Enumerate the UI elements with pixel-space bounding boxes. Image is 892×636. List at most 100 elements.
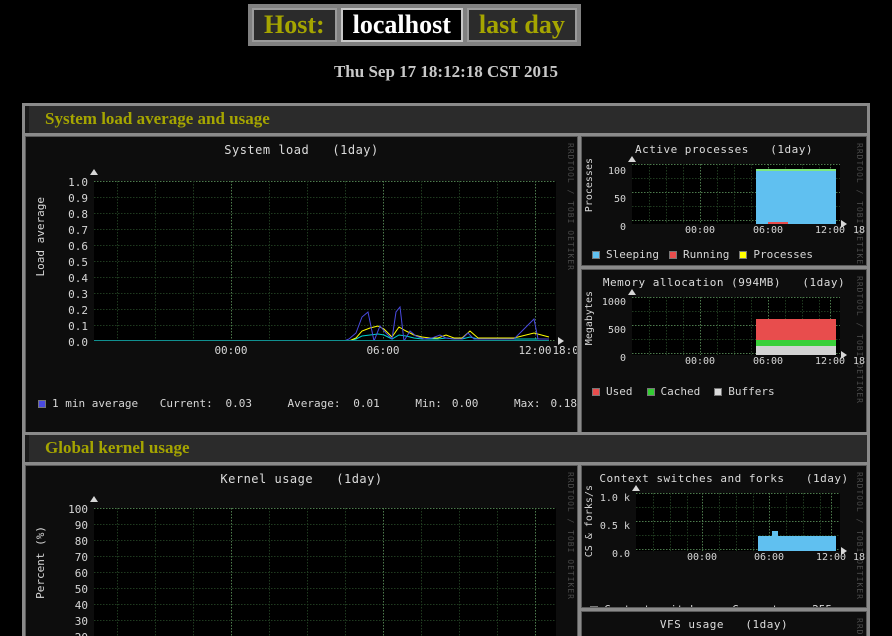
y-tick: 0.2 <box>68 304 88 317</box>
legend-label: Processes <box>753 248 813 261</box>
legend-item: Context switches Current: 255 <box>590 603 866 607</box>
panel-kernel-usage[interactable]: Kernel usage (1day) RRDTOOL / TOBI OETIK… <box>25 465 578 636</box>
y-tick: 100 <box>68 503 88 516</box>
y-tick: 0.6 <box>68 240 88 253</box>
x-tick: 18:00 <box>852 225 866 236</box>
rrdtool-watermark: RRDTOOL / TOBI OETIKER <box>855 618 864 636</box>
y-tick: 0.5 <box>68 256 88 269</box>
panel-memory-allocation[interactable]: Memory allocation (994MB) (1day) RRDTOOL… <box>581 269 867 443</box>
legend-label: Used <box>606 385 633 398</box>
x-tick: 00:00 <box>684 225 716 236</box>
y-tick: 30 <box>74 615 88 628</box>
y-tick: 50 <box>613 194 626 205</box>
x-tick: 06:00 <box>753 552 785 563</box>
legend-current-label: Current: <box>159 397 213 410</box>
y-tick: 0.0 <box>68 336 88 349</box>
y-axis-arrow <box>628 156 636 162</box>
plot-area-active-processes <box>632 164 840 224</box>
series-context-switches <box>758 536 836 551</box>
x-tick: 00:00 <box>686 552 718 563</box>
y-tick: 0.0 <box>611 549 630 560</box>
y-tick: 0.4 <box>68 272 88 285</box>
chart-title-context-switches: Context switches and forks (1day) <box>599 472 849 485</box>
legend-swatch-icon <box>739 250 748 259</box>
legend-swatch-icon <box>590 605 598 607</box>
legend-swatch-icon <box>668 250 677 259</box>
host-label-button[interactable]: Host: <box>252 8 337 42</box>
y-tick: 90 <box>74 519 88 532</box>
panel-context-switches[interactable]: Context switches and forks (1day) RRDTOO… <box>581 465 867 608</box>
section-title-global-kernel: Global kernel usage <box>25 435 867 462</box>
series-processes <box>756 169 836 171</box>
legend-min-label: Min: <box>415 397 442 410</box>
plot-area-context-switches <box>636 493 840 551</box>
y-tick: 500 <box>607 325 626 336</box>
legend-average-value: 0.01 <box>353 397 380 410</box>
y-axis-arrow <box>90 496 98 502</box>
y-tick: 1000 <box>601 297 626 308</box>
host-toolbar: Host: localhost last day <box>248 4 581 46</box>
legend-item: Processes <box>739 248 813 261</box>
host-value-button[interactable]: localhost <box>340 8 463 42</box>
legend-max-label: Max: <box>513 397 541 410</box>
y-tick: 0 <box>619 222 626 233</box>
legend-swatch-icon <box>592 250 600 259</box>
chart-title-active-processes: Active processes (1day) <box>634 143 814 156</box>
legend-min-value: 0.00 <box>451 397 479 410</box>
legend-average-label: Average: <box>287 397 341 410</box>
series-used <box>756 319 836 340</box>
legend-label: Cached <box>660 385 701 398</box>
series-running <box>768 222 788 224</box>
legend-item: Running <box>668 248 730 261</box>
y-tick: 0.3 <box>68 288 88 301</box>
x-tick: 18:00 <box>852 552 866 563</box>
legend-active-processes: Sleeping Running Processes <box>582 248 866 261</box>
legend-label: Running <box>682 248 730 261</box>
time-range-button[interactable]: last day <box>466 8 577 42</box>
chart-title-vfs-usage: VFS usage (1day) <box>659 618 789 631</box>
x-tick: 12:00 <box>518 344 552 357</box>
dashboard-page: Host: localhost last day Thu Sep 17 18:1… <box>0 0 892 636</box>
x-tick: 18:00 <box>552 344 577 357</box>
series-cached <box>756 340 836 346</box>
y-tick: 1.0 <box>68 176 88 189</box>
y-tick: 70 <box>74 551 88 564</box>
legend-swatch-icon <box>714 387 723 396</box>
x-tick: 12:00 <box>815 552 847 563</box>
y-tick: 1.0 k <box>599 493 630 504</box>
x-tick: 06:00 <box>752 225 784 236</box>
legend-item: Cached <box>646 385 701 398</box>
x-tick: 00:00 <box>214 344 248 357</box>
y-axis-arrow <box>632 485 640 491</box>
y-axis-arrow <box>628 289 636 295</box>
y-tick: 0.5 k <box>599 521 630 532</box>
legend-swatch-icon <box>592 387 600 396</box>
legend-context-switches: Context switches Current: 255 Forks Curr… <box>582 577 866 607</box>
x-tick: 18:00 <box>852 356 866 367</box>
series-sleeping <box>756 171 836 224</box>
legend-current-value: 255 <box>802 603 832 607</box>
panel-system-load[interactable]: System load (1day) RRDTOOL / TOBI OETIKE… <box>25 136 578 443</box>
panel-active-processes[interactable]: Active processes (1day) RRDTOOL / TOBI O… <box>581 136 867 266</box>
x-tick: 00:00 <box>684 356 716 367</box>
section-title-system-load: System load average and usage <box>25 106 867 133</box>
series-context-switches-peak <box>772 531 778 536</box>
y-tick: 0 <box>619 353 626 364</box>
legend-label: Sleeping <box>606 248 659 261</box>
x-tick: 12:00 <box>814 225 846 236</box>
timestamp: Thu Sep 17 18:12:18 CST 2015 <box>333 62 559 81</box>
y-tick: 20 <box>75 632 88 636</box>
y-tick: 80 <box>74 535 88 548</box>
legend-swatch-icon <box>38 399 46 408</box>
x-tick: 06:00 <box>752 356 784 367</box>
chart-title-system-load: System load (1day) <box>224 143 379 157</box>
legend-current-label: Current: <box>732 603 802 607</box>
legend-item: Used <box>592 385 633 398</box>
legend-memory: Used Cached Buffers <box>582 385 866 398</box>
legend-max-value: 0.18 <box>550 397 577 410</box>
panel-vfs-usage[interactable]: VFS usage (1day) RRDTOOL / TOBI OETIKER <box>581 611 867 636</box>
y-tick: 0.9 <box>68 192 88 205</box>
legend-label: 1 min average <box>52 397 139 410</box>
legend-item: Buffers <box>714 385 775 398</box>
y-tick: 0.8 <box>68 208 88 221</box>
